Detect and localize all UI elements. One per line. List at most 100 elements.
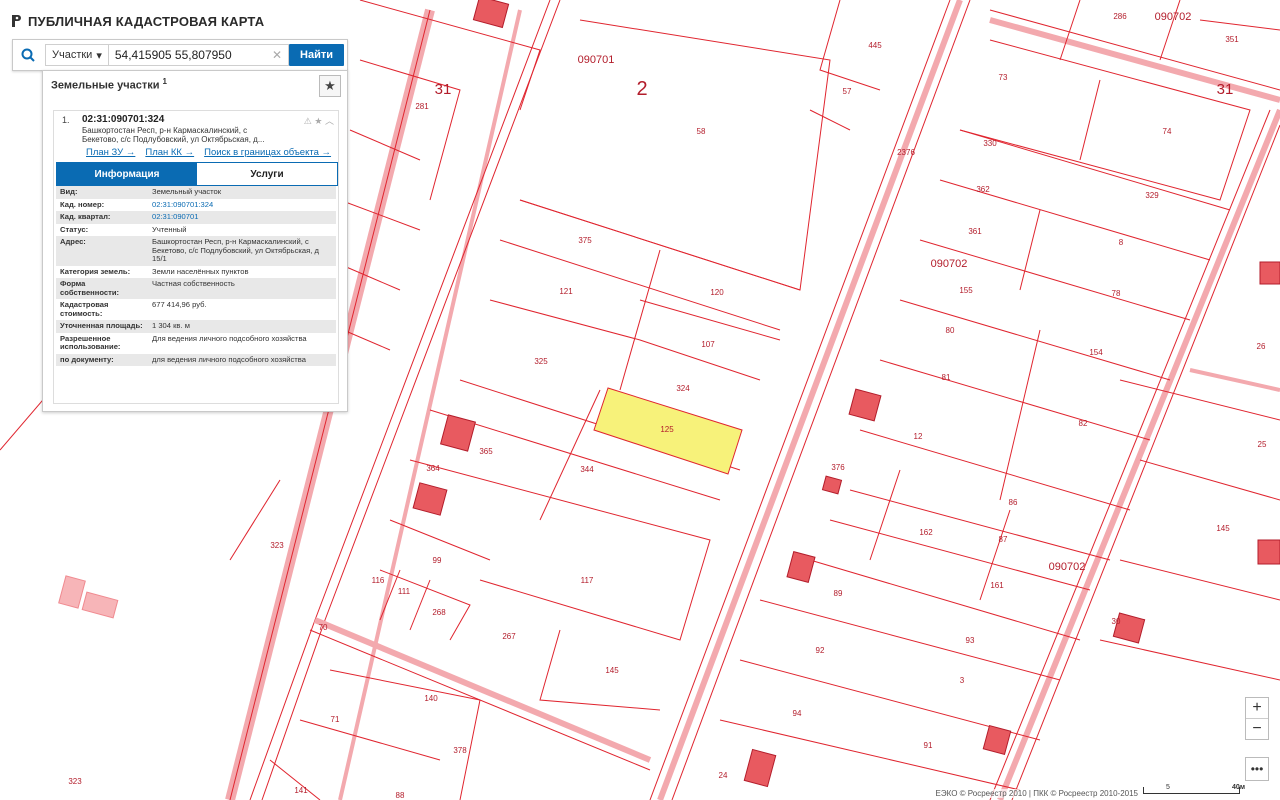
parcel-label: 117 — [581, 576, 594, 585]
copyright-text: ЕЭКО © Росреестр 2010 | ПКК © Росреестр … — [935, 789, 1138, 798]
district-label: 31 — [435, 81, 452, 98]
scale-label-start: 5 — [1166, 784, 1170, 791]
search-type-select[interactable]: Участки ▾ — [45, 44, 109, 66]
table-row: Кад. номер: 02:31:090701:324 — [56, 199, 336, 212]
parcel-label: 330 — [983, 139, 997, 148]
parcel-label: 324 — [676, 384, 690, 393]
parcel-label: 365 — [479, 447, 493, 456]
attr-value: Башкортостан Респ, р-н Кармаскалинский, … — [148, 236, 336, 266]
parcel-label: 94 — [793, 709, 802, 718]
result-card[interactable]: 1. 02:31:090701:324 ⚠ ★ ︿ Башкортостан Р… — [53, 110, 339, 404]
search-query: 54,415905 55,807950 — [114, 48, 232, 62]
parcel-label: 80 — [946, 326, 955, 335]
search-icon[interactable] — [13, 41, 43, 69]
zoom-out-button[interactable]: − — [1246, 719, 1268, 739]
parcel-label: 125 — [660, 425, 674, 434]
attr-value: 1 304 кв. м — [148, 320, 336, 333]
parcel-label: 376 — [831, 463, 845, 472]
quarter-label: 090701 — [578, 54, 615, 66]
attr-key: Адрес: — [56, 236, 148, 266]
favorite-star-icon[interactable]: ★ — [319, 75, 341, 97]
parcel-label: 82 — [1079, 419, 1088, 428]
result-links: План ЗУ → План КК → Поиск в границах объ… — [86, 147, 331, 158]
card-actions[interactable]: ⚠ ★ ︿ — [304, 114, 334, 127]
parcel-label: 58 — [697, 127, 706, 136]
attr-value: Земельный участок — [148, 186, 336, 199]
table-row: Кад. квартал: 02:31:090701 — [56, 211, 336, 224]
attr-value: Для ведения личного подсобного хозяйства — [152, 333, 307, 343]
search-in-bounds-link[interactable]: Поиск в границах объекта → — [204, 147, 331, 158]
parcel-label: 73 — [999, 73, 1008, 82]
parcel-label: 323 — [270, 541, 284, 550]
attr-value: Земли населённых пунктов — [152, 266, 249, 276]
parcel-label: 8 — [1119, 238, 1124, 247]
parcel-label: 91 — [924, 741, 933, 750]
attr-value: для ведения личного подсобного хозяйства — [148, 353, 336, 366]
parcel-label: 111 — [398, 587, 411, 596]
zoom-control: + − — [1245, 697, 1269, 740]
star-icon: ★ — [314, 116, 323, 126]
app-title: ПУБЛИЧНАЯ КАДАСТРОВАЯ КАРТА — [28, 13, 265, 29]
parcel-label: 344 — [580, 465, 594, 474]
search-input[interactable]: 54,415905 55,807950 ✕ — [108, 44, 290, 66]
table-row: Разрешенное использование: Для ведения ли… — [56, 333, 336, 354]
find-button[interactable]: Найти — [289, 44, 344, 66]
parcel-label: 26 — [1257, 342, 1266, 351]
attr-value-link[interactable]: 02:31:090701 — [148, 211, 336, 224]
result-cadnum[interactable]: 02:31:090701:324 — [82, 114, 164, 125]
tab-info[interactable]: Информация — [57, 163, 197, 185]
plan-kk-link[interactable]: План КК → — [145, 147, 194, 158]
parcel-label: 351 — [1225, 35, 1239, 44]
parcel-label: 99 — [433, 556, 442, 565]
scale-bar: 5 40м — [1143, 784, 1245, 794]
parcel-label: 329 — [1145, 191, 1159, 200]
parcel-label: 364 — [426, 464, 440, 473]
parcel-label: 3 — [960, 676, 965, 685]
parcel-label: 78 — [1112, 289, 1121, 298]
search-type-value: Участки — [52, 49, 93, 61]
attr-key: Вид: — [56, 186, 148, 199]
results-panel: Земельные участки 1 ★ 1. 02:31:090701:32… — [42, 70, 348, 412]
parcel-label: 24 — [719, 771, 728, 780]
attr-key: Статус: — [60, 224, 89, 234]
attr-value: Учтенный — [152, 224, 187, 234]
parcel-label: 445 — [868, 41, 882, 50]
attr-value-link[interactable]: 02:31:090701:324 — [148, 199, 336, 212]
app-header: ПУБЛИЧНАЯ КАДАСТРОВАЯ КАРТА — [10, 10, 264, 32]
more-options-button[interactable]: ••• — [1245, 757, 1269, 781]
attr-key: Разрешенное использование: — [60, 333, 121, 351]
table-row: Кадастровая стоимость: 677 414,96 руб. — [56, 299, 336, 320]
district-label: 31 — [1217, 81, 1234, 98]
table-row: Адрес: Башкортостан Респ, р-н Кармаскалин… — [56, 236, 336, 266]
parcel-label: 88 — [396, 791, 405, 800]
parcel-label: 378 — [453, 746, 467, 755]
panel-title-text: Земельные участки — [51, 79, 160, 92]
parcel-label: 267 — [502, 632, 516, 641]
parcel-label: 145 — [1216, 524, 1230, 533]
panel-title: Земельные участки 1 — [51, 77, 167, 92]
plan-zu-link[interactable]: План ЗУ → — [86, 147, 135, 158]
tab-services[interactable]: Услуги — [197, 163, 337, 185]
parcel-label: 93 — [966, 636, 975, 645]
parcel-label: 325 — [534, 357, 548, 366]
table-row: по документу: для ведения личного подсобн… — [56, 353, 336, 366]
parcel-label: 87 — [999, 535, 1008, 544]
attr-value: Частная собственность — [148, 278, 336, 299]
warning-icon: ⚠ — [303, 116, 312, 126]
table-row: Вид: Земельный участок — [56, 186, 336, 199]
parcel-label: 30 — [1112, 617, 1121, 626]
search-bar: Участки ▾ 54,415905 55,807950 ✕ Найти — [12, 39, 348, 71]
parcel-label: 12 — [914, 432, 923, 441]
zoom-in-button[interactable]: + — [1246, 698, 1268, 718]
parcel-label: 140 — [424, 694, 438, 703]
parcel-label: 362 — [976, 185, 990, 194]
attr-key: Кадастровая стоимость: — [60, 300, 109, 318]
parcel-label: 25 — [1258, 440, 1267, 449]
collapse-icon: ︿ — [324, 116, 334, 126]
attr-key: по документу: — [56, 353, 148, 366]
attr-key: Форма собственности: — [56, 278, 148, 299]
clear-icon[interactable]: ✕ — [272, 48, 282, 62]
parcel-label: 145 — [605, 666, 619, 675]
parcel-label: 162 — [919, 528, 933, 537]
quarter-label: 090702 — [1155, 11, 1192, 23]
